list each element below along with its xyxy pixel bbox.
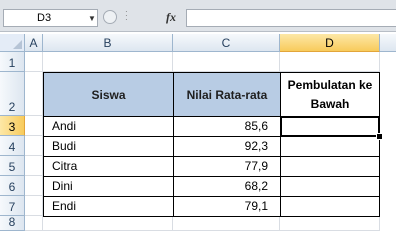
cell-c4[interactable]: 92,3 [173,136,281,157]
select-all-button[interactable] [0,34,25,52]
header-siswa[interactable]: Siswa [43,72,174,117]
row-header-5[interactable]: 5 [0,156,25,176]
cell-c5[interactable]: 77,9 [173,156,281,177]
column-header-d[interactable]: D [280,34,380,52]
cell-b1[interactable] [43,52,173,72]
formula-bar: D3 ▼ · · · fx [0,0,396,32]
spreadsheet-grid: A B C D 1 2 3 4 5 6 7 8 Siswa Nilai Rata… [0,34,396,231]
cell-c3[interactable]: 85,6 [173,116,281,137]
cell-b7[interactable]: Endi [43,196,174,217]
column-header-b[interactable]: B [43,34,173,52]
row-header-2[interactable]: 2 [0,72,25,116]
cell-b5[interactable]: Citra [43,156,174,177]
cell-b3[interactable]: Andi [43,116,174,137]
name-box-value: D3 [37,12,52,24]
row-header-4[interactable]: 4 [0,136,25,156]
cell-b8[interactable] [43,216,173,231]
cell-a8[interactable] [25,216,43,231]
cell-d5[interactable] [280,156,380,177]
cell-c6[interactable]: 68,2 [173,176,281,197]
insert-function-icon[interactable]: fx [166,10,176,25]
row-header-6[interactable]: 6 [0,176,25,196]
row-header-1[interactable]: 1 [0,52,25,72]
formula-input[interactable] [186,9,396,27]
cell-d3[interactable] [280,116,380,137]
cell-a6[interactable] [25,176,43,196]
cell-a5[interactable] [25,156,43,176]
expand-circle-icon[interactable] [103,10,117,24]
cell-c7[interactable]: 79,1 [173,196,281,217]
cell-a4[interactable] [25,136,43,156]
row-header-7[interactable]: 7 [0,196,25,216]
cell-b4[interactable]: Budi [43,136,174,157]
header-nilai-rata-rata[interactable]: Nilai Rata-rata [173,72,281,117]
header-pembulatan-ke-bawah[interactable]: Pembulatan ke Bawah [280,72,380,117]
cell-a7[interactable] [25,196,43,216]
select-all-triangle-icon [13,40,22,49]
cell-c1[interactable] [173,52,280,72]
row-header-3[interactable]: 3 [0,116,25,136]
cell-d8[interactable] [280,216,380,231]
cell-a1[interactable] [25,52,43,72]
cell-d7[interactable] [280,196,380,217]
cell-a3[interactable] [25,116,43,136]
cell-b6[interactable]: Dini [43,176,174,197]
cell-d1[interactable] [280,52,380,72]
column-header-c[interactable]: C [173,34,280,52]
cell-d6[interactable] [280,176,380,197]
column-header-a[interactable]: A [25,34,43,52]
formula-bar-grip[interactable]: · · · [103,8,151,27]
cell-d4[interactable] [280,136,380,157]
fill-handle[interactable] [376,133,383,140]
drag-dots-icon[interactable]: · · · [125,8,129,24]
cell-c8[interactable] [173,216,280,231]
row-header-8[interactable]: 8 [0,215,25,231]
cell-a2[interactable] [25,72,43,116]
chevron-down-icon[interactable]: ▼ [88,14,96,23]
name-box[interactable]: D3 ▼ [3,9,98,27]
column-header-e[interactable] [380,34,396,52]
